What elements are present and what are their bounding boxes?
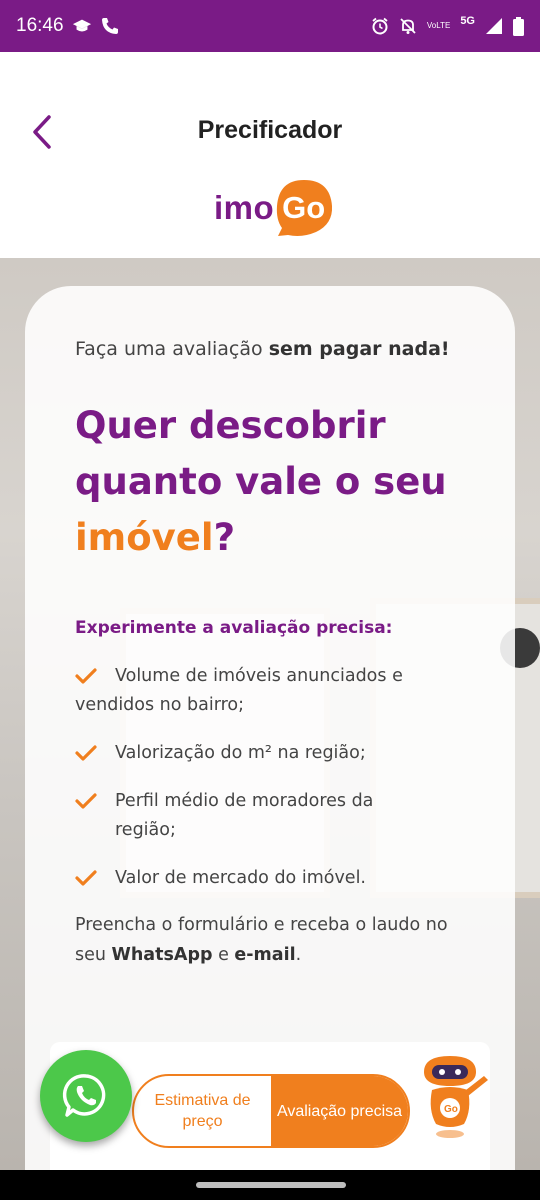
robot-assistant-button[interactable]: Go	[414, 1050, 490, 1140]
headline: Quer descobrir quanto vale o seu imóvel?	[75, 404, 447, 559]
page-title: Precificador	[197, 116, 343, 144]
alarm-icon	[371, 17, 389, 35]
check-icon	[75, 870, 97, 886]
phone-icon	[100, 16, 120, 36]
tab-estimativa-de-preco[interactable]: Estimativa de preço	[134, 1076, 271, 1146]
tab-avaliacao-precisa[interactable]: Avaliação precisa	[271, 1076, 408, 1146]
volte-icon: Vo LTE	[426, 21, 451, 30]
5g-icon: 5G	[460, 15, 475, 27]
intro-text: Faça uma avaliação sem pagar nada!	[75, 338, 450, 360]
bell-off-icon	[399, 17, 417, 35]
feature-list: Volume de imóveis anunciados e vendidos …	[75, 662, 435, 912]
battery-icon	[513, 16, 524, 36]
imogo-logo: imo Go	[214, 178, 336, 238]
system-nav-bar	[0, 1170, 540, 1200]
check-icon	[75, 745, 97, 761]
check-icon	[75, 668, 97, 684]
evaluation-type-toggle[interactable]: Estimativa de preço Avaliação precisa	[132, 1074, 410, 1148]
list-item: Perfil médio de moradores da região;	[75, 787, 435, 845]
list-item: Valorização do m² na região;	[75, 739, 435, 768]
list-item: Volume de imóveis anunciados e vendidos …	[75, 666, 403, 715]
app-header: Precificador imo Go	[0, 52, 540, 258]
status-bar: 16:46 Vo LTE 5G	[0, 0, 540, 52]
whatsapp-icon	[62, 1074, 106, 1117]
graduation-cap-icon	[72, 16, 92, 36]
subheading: Experimente a avaliação precisa:	[75, 618, 393, 638]
signal-icon	[485, 17, 503, 35]
status-time: 16:46	[16, 15, 64, 36]
check-icon	[75, 793, 97, 809]
home-gesture-handle[interactable]	[196, 1182, 346, 1188]
list-item: Valor de mercado do imóvel.	[75, 864, 435, 893]
form-instructions: Preencha o formulário e receba o laudo n…	[75, 915, 448, 965]
robot-mascot-icon: Go	[424, 1056, 488, 1138]
svg-text:Go: Go	[444, 1104, 458, 1115]
whatsapp-button[interactable]	[40, 1050, 132, 1142]
